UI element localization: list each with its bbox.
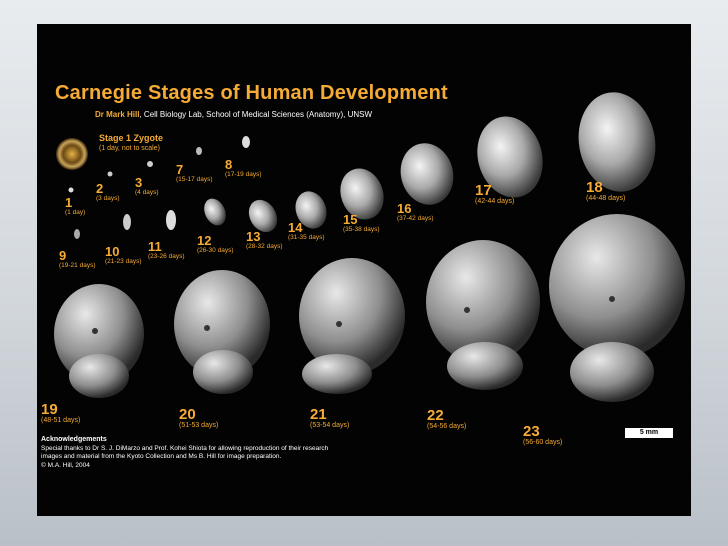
author-affiliation: , Cell Biology Lab, School of Medical Sc… — [139, 110, 373, 119]
embryo-stage-22 — [426, 240, 540, 390]
embryo-stage-9 — [74, 229, 80, 239]
acknowledgements-line-2: images and material from the Kyoto Colle… — [41, 453, 282, 460]
embryo-stage-2 — [107, 171, 113, 177]
stage-label-2: 2 (3 days) — [96, 181, 120, 202]
stage-label-22: 22 (54-56 days) — [427, 407, 467, 430]
embryo-stage-12 — [204, 198, 226, 226]
stage-label-19: 19 (48-51 days) — [41, 401, 81, 424]
copyright-notice: © M.A. Hill, 2004 — [41, 461, 90, 469]
scale-bar: 5 mm — [625, 428, 673, 438]
author-name: Dr Mark Hill — [95, 110, 140, 119]
stage-label-16: 16 (37-42 days) — [397, 201, 434, 222]
stage-label-23: 23 (56-60 days) — [523, 423, 563, 446]
zygote-note: (1 day, not to scale) — [99, 145, 160, 152]
embryo-stage-23 — [549, 214, 685, 402]
stage-label-9: 9 (19-21 days) — [59, 248, 96, 269]
slide-panel: Carnegie Stages of Human Development Dr … — [37, 24, 691, 516]
stage-label-10: 10 (21-23 days) — [105, 244, 142, 265]
acknowledgements: Acknowledgements Special thanks to Dr S.… — [41, 436, 381, 470]
embryo-stage-1 — [68, 187, 74, 193]
stage-label-17: 17 (42-44 days) — [475, 182, 515, 205]
stage-label-3: 3 (4 days) — [135, 175, 159, 196]
zygote-image — [56, 138, 88, 170]
embryo-stage-8 — [242, 136, 250, 148]
embryo-stage-20 — [174, 270, 270, 394]
stage-label-14: 14 (31-35 days) — [288, 220, 325, 241]
subtitle: Dr Mark Hill, Cell Biology Lab, School o… — [95, 110, 372, 119]
stage-label-20: 20 (51-53 days) — [179, 406, 219, 429]
embryo-stage-21 — [299, 258, 405, 394]
stage-label-7: 7 (15-17 days) — [176, 162, 213, 183]
zygote-label: Stage 1 Zygote (1 day, not to scale) — [99, 133, 163, 153]
stage-label-13: 13 (28-32 days) — [246, 229, 283, 250]
acknowledgements-title: Acknowledgements — [41, 436, 107, 443]
embryo-stage-10 — [123, 214, 131, 230]
embryo-stage-16 — [400, 143, 454, 205]
embryo-stage-11 — [166, 210, 176, 230]
stage-label-21: 21 (53-54 days) — [310, 406, 350, 429]
embryo-stage-3 — [147, 161, 153, 167]
stage-label-1: 1 (1 day) — [65, 195, 86, 216]
stage-label-12: 12 (26-30 days) — [197, 233, 234, 254]
stage-label-15: 15 (35-38 days) — [343, 212, 380, 233]
page-title: Carnegie Stages of Human Development — [55, 82, 448, 104]
stage-label-8: 8 (17-19 days) — [225, 157, 262, 178]
stage-label-18: 18 (44-48 days) — [586, 179, 626, 202]
embryo-stage-7 — [196, 147, 202, 155]
zygote-title: Stage 1 Zygote — [99, 133, 164, 143]
acknowledgements-line-1: Special thanks to Dr S. J. DiMarzo and P… — [41, 444, 329, 452]
embryo-stage-19 — [54, 284, 144, 398]
stage-label-11: 11 (23-26 days) — [148, 239, 185, 260]
